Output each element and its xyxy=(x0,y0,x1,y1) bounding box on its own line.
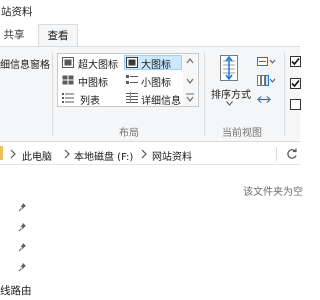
pin-icon[interactable] xyxy=(18,262,28,272)
group-separator xyxy=(204,52,205,136)
address-divider xyxy=(276,147,277,161)
details-pane-button[interactable]: 细信息窗格 xyxy=(0,56,50,71)
small-icons-icon xyxy=(126,75,138,84)
folder-icon xyxy=(0,146,3,160)
layout-group-label: 布局 xyxy=(119,128,139,139)
pin-icon[interactable] xyxy=(18,242,28,252)
breadcrumb-separator-icon[interactable] xyxy=(9,149,17,159)
pin-icon[interactable] xyxy=(18,202,28,212)
layout-list[interactable]: 列表 xyxy=(80,92,100,107)
breadcrumb-local-disk[interactable]: 本地磁盘 (F:) xyxy=(74,148,133,163)
details-icon xyxy=(126,92,138,103)
current-view-group-label: 当前视图 xyxy=(222,128,262,139)
breadcrumb-separator-icon[interactable] xyxy=(140,149,148,159)
medium-icons-icon xyxy=(62,75,74,85)
large-icons-icon xyxy=(126,57,138,68)
tab-view[interactable]: 查看 xyxy=(38,24,78,46)
add-columns-icon[interactable] xyxy=(257,75,277,86)
layout-gallery-scroll[interactable] xyxy=(183,54,197,106)
breadcrumb-separator-icon[interactable] xyxy=(63,149,71,159)
group-separator xyxy=(284,52,285,136)
window-title: 站资料 xyxy=(1,6,33,18)
item-checkboxes-checkbox[interactable] xyxy=(290,56,301,67)
file-extensions-checkbox[interactable] xyxy=(290,78,301,89)
breadcrumb-website-files[interactable]: 网站资料 xyxy=(152,148,192,163)
sort-by-button[interactable]: 排序方式 xyxy=(211,86,251,101)
pin-icon[interactable] xyxy=(18,222,28,232)
nav-item-router[interactable]: 线路由 xyxy=(0,283,32,298)
layout-extra-large-icons[interactable]: 超大图标 xyxy=(78,56,118,71)
layout-small-icons[interactable]: 小图标 xyxy=(141,74,171,89)
title-bar xyxy=(0,0,300,22)
list-icon xyxy=(62,93,74,103)
layout-details[interactable]: 详细信息 xyxy=(141,92,181,107)
refresh-icon[interactable] xyxy=(286,148,298,160)
extra-large-icons-icon xyxy=(62,57,74,68)
tab-share[interactable]: 共享 xyxy=(0,24,28,46)
sort-dropdown-icon[interactable] xyxy=(226,101,233,106)
group-by-icon[interactable] xyxy=(257,56,277,67)
size-columns-to-fit-icon[interactable] xyxy=(257,94,271,105)
empty-folder-message: 该文件夹为空 xyxy=(243,187,303,198)
hidden-items-checkbox[interactable] xyxy=(290,99,301,110)
layout-large-icons[interactable]: 大图标 xyxy=(141,56,171,71)
breadcrumb-this-pc[interactable]: 此电脑 xyxy=(22,148,52,163)
layout-medium-icons[interactable]: 中图标 xyxy=(78,74,108,89)
group-separator xyxy=(52,52,53,136)
sort-by-icon xyxy=(220,55,238,81)
